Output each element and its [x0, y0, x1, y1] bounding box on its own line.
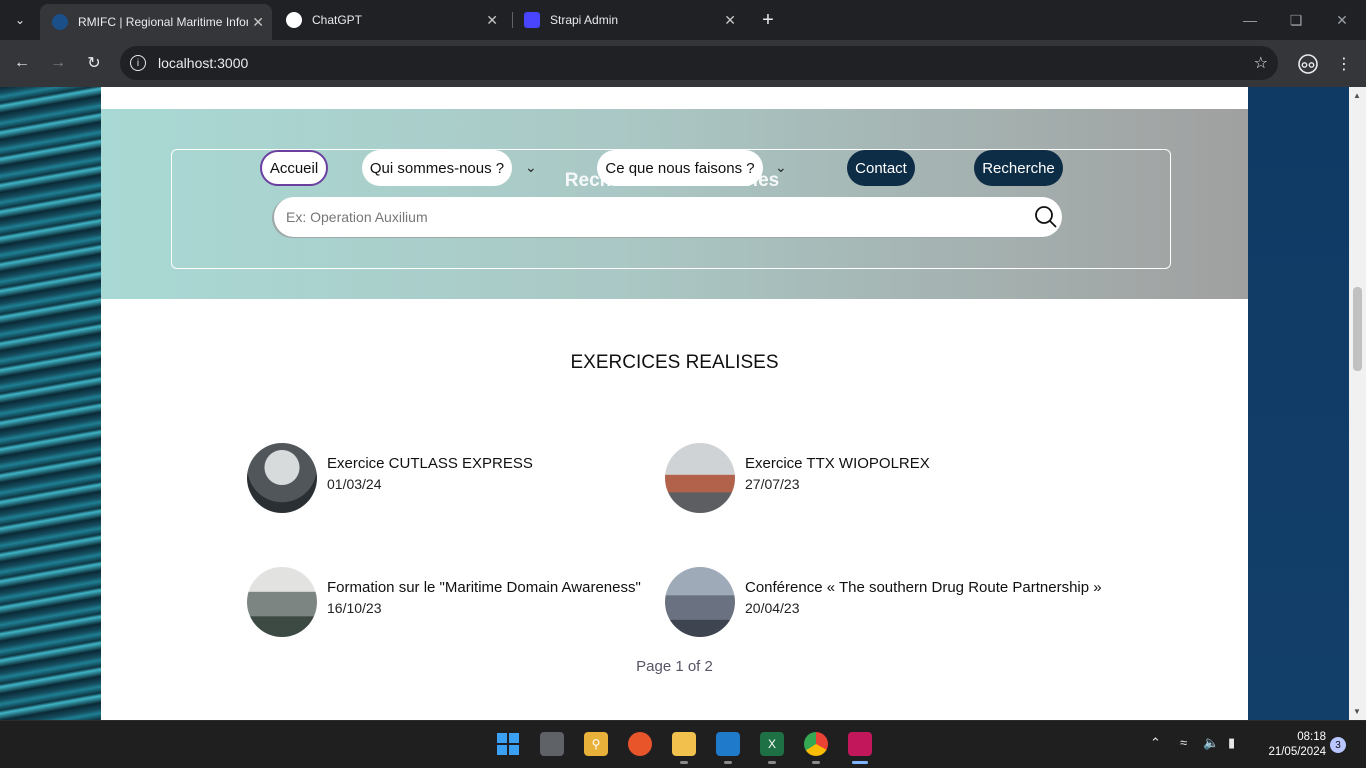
browser-tab-bar: ⌄ RMIFC | Regional Maritime Infor ✕ Chat…: [0, 0, 1366, 40]
exercise-item[interactable]: Formation sur le "Maritime Domain Awaren…: [247, 567, 641, 637]
exercise-date: 20/04/23: [745, 599, 800, 616]
scrollbar-thumb[interactable]: [1353, 287, 1362, 371]
chevron-down-icon[interactable]: ⌄: [775, 159, 787, 176]
snipping-tool-icon[interactable]: [848, 732, 872, 756]
chatgpt-favicon-icon: [286, 12, 302, 28]
hero-banner: Rechercher des articles Accueil Qui somm…: [101, 109, 1248, 299]
file-search-icon[interactable]: ⚲: [584, 732, 608, 756]
tab-title: Strapi Admin: [550, 13, 619, 27]
close-icon[interactable]: ✕: [252, 14, 264, 31]
exercise-date: 27/07/23: [745, 475, 800, 492]
exercise-title[interactable]: Conférence « The southern Drug Route Par…: [745, 579, 1102, 596]
search-input[interactable]: [286, 209, 1016, 225]
exercise-item[interactable]: Conférence « The southern Drug Route Par…: [665, 567, 1102, 637]
exercise-date: 16/10/23: [327, 599, 382, 616]
ocean-background-image: [0, 87, 101, 720]
minimize-icon[interactable]: —: [1238, 8, 1262, 32]
reload-icon[interactable]: ↻: [82, 51, 106, 75]
running-indicator: [768, 761, 776, 764]
tab-strapi[interactable]: Strapi Admin ✕: [512, 4, 744, 36]
excel-icon[interactable]: X: [760, 732, 784, 756]
exercise-photo[interactable]: [665, 567, 735, 637]
right-side-panel: [1248, 87, 1349, 720]
close-icon[interactable]: ✕: [724, 12, 736, 29]
exercise-title[interactable]: Exercice TTX WIOPOLREX: [745, 455, 930, 472]
profile-incognito-icon[interactable]: [1296, 52, 1320, 76]
battery-icon[interactable]: ▮: [1228, 735, 1235, 751]
vscode-icon[interactable]: [716, 732, 740, 756]
chevron-up-icon[interactable]: ⌃: [1150, 735, 1161, 751]
running-indicator: [724, 761, 732, 764]
page-viewport: Rechercher des articles Accueil Qui somm…: [0, 87, 1366, 720]
clock-date: 21/05/2024: [1268, 746, 1326, 758]
search-icon[interactable]: [1034, 205, 1058, 229]
url-text[interactable]: localhost:3000: [158, 55, 248, 71]
exercise-item[interactable]: Exercice CUTLASS EXPRESS 01/03/24: [247, 443, 533, 513]
running-indicator: [812, 761, 820, 764]
task-view-icon[interactable]: [540, 732, 564, 756]
more-menu-icon[interactable]: ⋮: [1332, 52, 1356, 76]
system-clock[interactable]: 08:18 21/05/2024: [1258, 730, 1326, 760]
active-indicator: [852, 761, 868, 764]
tab-rmifc[interactable]: RMIFC | Regional Maritime Infor ✕: [40, 4, 272, 40]
strapi-favicon-icon: [524, 12, 540, 28]
scroll-down-arrow-icon[interactable]: ▼: [1353, 707, 1361, 716]
restore-icon[interactable]: ❏: [1284, 8, 1308, 32]
exercise-photo[interactable]: [247, 443, 317, 513]
nav-home-button[interactable]: Accueil: [260, 150, 328, 186]
chrome-icon[interactable]: [804, 732, 828, 756]
rmifc-favicon-icon: [52, 14, 68, 30]
forward-arrow-icon[interactable]: →: [46, 51, 70, 75]
clock-time: 08:18: [1297, 731, 1326, 743]
article-search-field[interactable]: [274, 197, 1062, 237]
windows-taskbar: ⚲ X ⌃ ≈ 🔈 ▮ 08:18 21/05/2024 3: [0, 720, 1366, 768]
nav-about-button[interactable]: Qui sommes-nous ?: [362, 150, 512, 186]
file-explorer-icon[interactable]: [672, 732, 696, 756]
windows-start-icon[interactable]: [496, 732, 520, 756]
exercise-item[interactable]: Exercice TTX WIOPOLREX 27/07/23: [665, 443, 930, 513]
exercise-title[interactable]: Formation sur le "Maritime Domain Awaren…: [327, 579, 641, 596]
address-bar[interactable]: i localhost:3000 ☆: [120, 46, 1278, 80]
nav-search-button[interactable]: Recherche: [974, 150, 1063, 186]
window-close-icon[interactable]: ✕: [1330, 8, 1354, 32]
page-scrollbar[interactable]: ▲ ▼: [1349, 87, 1366, 720]
close-icon[interactable]: ✕: [486, 12, 498, 29]
site-info-icon[interactable]: i: [130, 55, 146, 71]
notification-badge[interactable]: 3: [1330, 737, 1346, 753]
volume-icon[interactable]: 🔈: [1203, 735, 1219, 751]
nav-activities-button[interactable]: Ce que nous faisons ?: [597, 150, 763, 186]
exercise-photo[interactable]: [247, 567, 317, 637]
exercise-date: 01/03/24: [327, 475, 382, 492]
back-arrow-icon[interactable]: ←: [10, 51, 34, 75]
tab-title: RMIFC | Regional Maritime Infor: [78, 15, 248, 29]
chevron-down-icon[interactable]: ⌄: [525, 159, 537, 176]
bookmark-star-icon[interactable]: ☆: [1254, 53, 1268, 73]
exercise-title[interactable]: Exercice CUTLASS EXPRESS: [327, 455, 533, 472]
nav-contact-button[interactable]: Contact: [847, 150, 915, 186]
wifi-icon[interactable]: ≈: [1180, 735, 1187, 750]
exercise-photo[interactable]: [665, 443, 735, 513]
main-content: Rechercher des articles Accueil Qui somm…: [101, 87, 1248, 720]
pagination-label: Page 1 of 2: [636, 658, 713, 675]
section-title: EXERCICES REALISES: [570, 352, 779, 373]
tab-search-chevron-icon[interactable]: ⌄: [8, 8, 32, 32]
new-tab-plus-icon[interactable]: +: [756, 8, 780, 32]
tab-chatgpt[interactable]: ChatGPT ✕: [274, 4, 506, 36]
app-orange-icon[interactable]: [628, 732, 652, 756]
scroll-up-arrow-icon[interactable]: ▲: [1353, 91, 1361, 100]
browser-toolbar: ← → ↻ i localhost:3000 ☆ ⋮: [0, 40, 1366, 87]
tab-title: ChatGPT: [312, 13, 363, 27]
running-indicator: [680, 761, 688, 764]
